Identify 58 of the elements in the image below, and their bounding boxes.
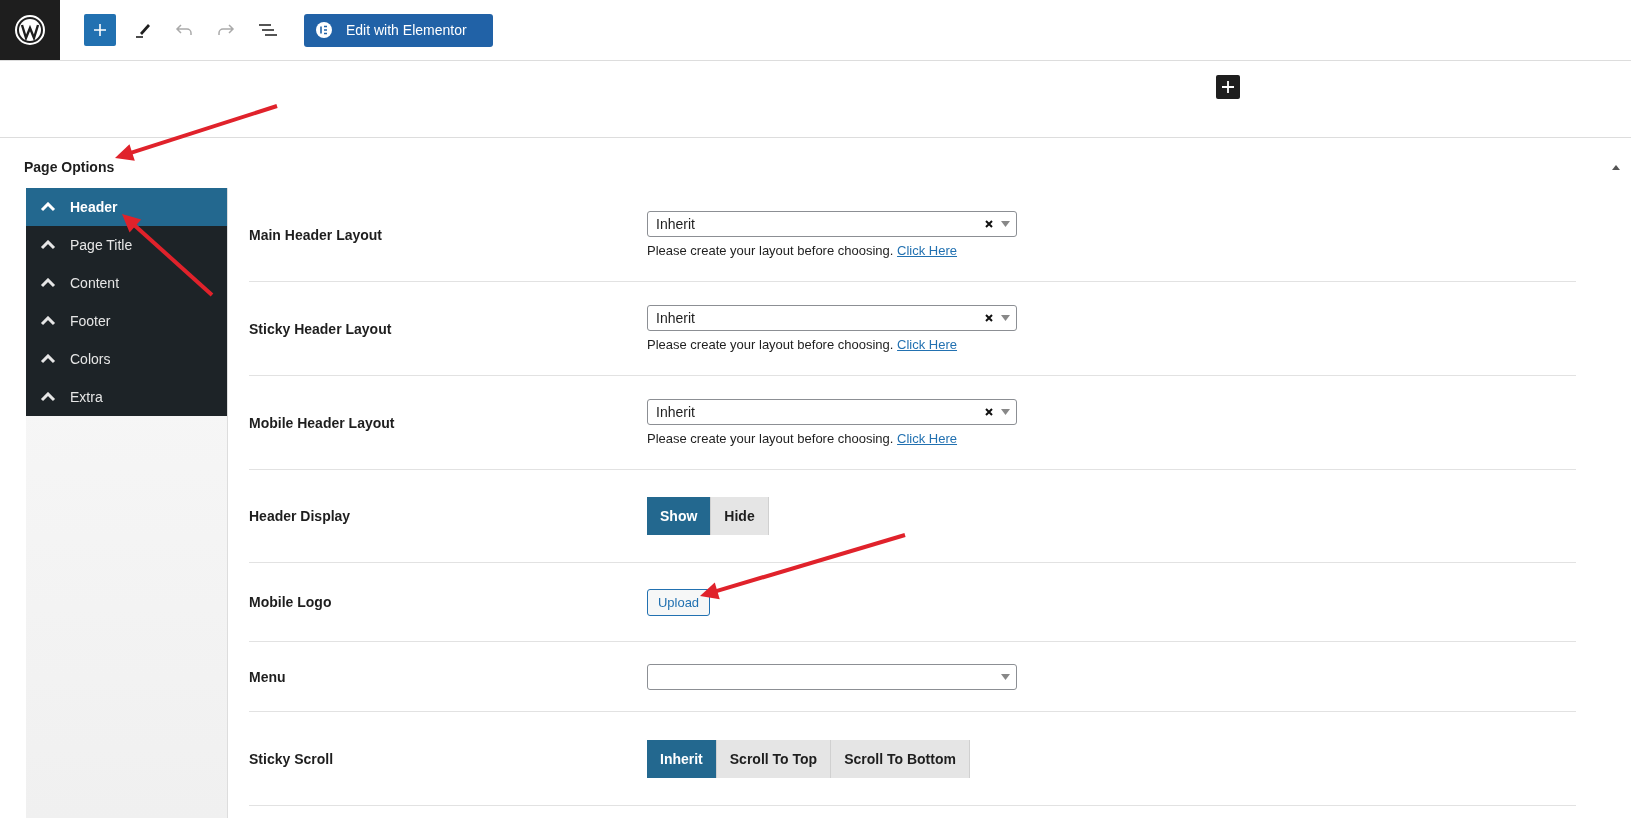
chevron-up-icon bbox=[40, 202, 56, 212]
select-field[interactable]: Inherit bbox=[647, 305, 1017, 331]
help-text: Please create your layout before choosing. Click Here bbox=[647, 243, 959, 258]
logo-icon bbox=[14, 14, 46, 46]
select-field[interactable]: Inherit bbox=[647, 399, 1017, 425]
field-label: Menu bbox=[249, 668, 287, 685]
dropdown-caret-icon bbox=[1001, 409, 1010, 415]
click-here-link[interactable]: Click Here bbox=[897, 243, 958, 258]
sidebar-tab[interactable]: Colors bbox=[26, 340, 227, 378]
chevron-up-icon bbox=[40, 278, 56, 288]
clear-icon[interactable] bbox=[985, 408, 993, 416]
clear-icon[interactable] bbox=[985, 220, 993, 228]
dropdown-caret-icon bbox=[1001, 315, 1010, 321]
chevron-up-icon bbox=[40, 392, 56, 402]
select-value: Inherit bbox=[656, 404, 695, 420]
plus-icon bbox=[1221, 80, 1235, 94]
dropdown-caret-icon bbox=[1001, 673, 1010, 680]
toggle-option[interactable]: Scroll To Bottom bbox=[831, 739, 970, 778]
elementor-icon bbox=[316, 22, 332, 38]
undo-icon bbox=[174, 22, 194, 38]
toggle-option[interactable]: Inherit bbox=[647, 739, 717, 778]
sidebar-tab[interactable]: Content bbox=[26, 264, 227, 302]
upload-button[interactable]: Upload bbox=[647, 588, 710, 616]
sidebar-tab[interactable]: Page Title bbox=[26, 226, 227, 264]
help-text: Please create your layout before choosing. Click Here bbox=[647, 431, 959, 446]
select-field[interactable] bbox=[647, 663, 1017, 690]
collapse-icon[interactable] bbox=[1611, 164, 1621, 170]
select-value: Inherit bbox=[656, 216, 695, 232]
field-label: Sticky Scroll bbox=[249, 750, 335, 767]
field-label: Mobile Logo bbox=[249, 594, 333, 610]
chevron-up-icon bbox=[40, 354, 56, 364]
sidebar-tab[interactable]: Extra bbox=[26, 378, 227, 416]
select-field[interactable]: Inherit bbox=[647, 211, 1017, 237]
sidebar-tab[interactable]: Footer bbox=[26, 302, 227, 340]
panel-title: Page Options bbox=[24, 159, 115, 175]
select-value: Inherit bbox=[656, 310, 695, 326]
plus-icon bbox=[92, 22, 108, 38]
field-label: Mobile Header Layout bbox=[249, 414, 396, 431]
help-text: Please create your layout before choosing. Click Here bbox=[647, 337, 959, 352]
chevron-up-icon bbox=[40, 240, 56, 250]
field-label: Header Display bbox=[249, 508, 352, 524]
click-here-link[interactable]: Click Here bbox=[897, 337, 958, 352]
clear-icon[interactable] bbox=[985, 314, 993, 322]
pencil-icon bbox=[134, 21, 152, 39]
redo-icon bbox=[216, 22, 236, 38]
list-icon bbox=[258, 22, 278, 38]
toggle-option[interactable]: Show bbox=[647, 497, 712, 535]
edit-with-elementor-button[interactable]: Edit with Elementor bbox=[304, 13, 493, 47]
add-block-button[interactable] bbox=[1216, 75, 1240, 99]
click-here-link[interactable]: Click Here bbox=[897, 431, 958, 446]
toggle-option[interactable]: Hide bbox=[711, 497, 769, 535]
toggle-option[interactable]: Scroll To Top bbox=[716, 739, 832, 778]
wordpress-logo[interactable] bbox=[0, 0, 60, 60]
field-label: Main Header Layout bbox=[249, 226, 384, 243]
sidebar-tab[interactable]: Header bbox=[26, 188, 227, 226]
field-label: Sticky Header Layout bbox=[249, 320, 393, 337]
chevron-up-icon bbox=[40, 316, 56, 326]
dropdown-caret-icon bbox=[1001, 221, 1010, 227]
